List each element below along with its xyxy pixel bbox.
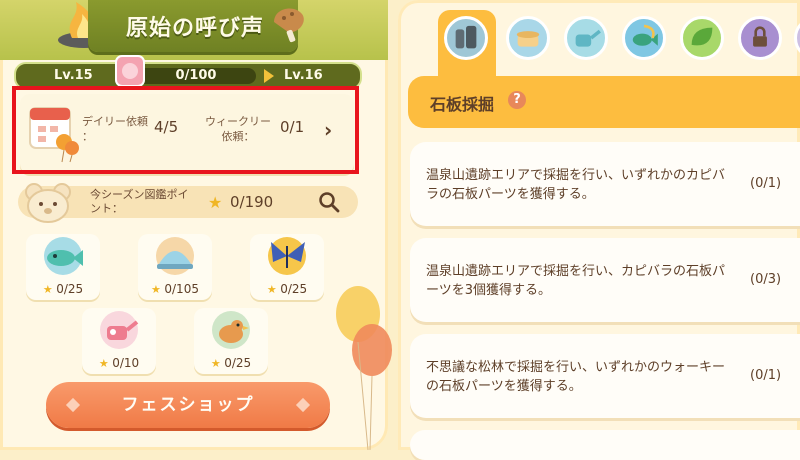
current-level: Lv.15: [54, 68, 93, 83]
leaf-icon: [680, 16, 724, 60]
daily-request-label: デイリー依頼 ：: [82, 114, 148, 144]
weekly-request-label-text: ウィークリー 依頼：: [205, 115, 271, 143]
cooking-pot-icon: [506, 16, 550, 60]
codex-tile-watering-can[interactable]: ★ 0/10: [82, 308, 156, 374]
task-description: 温泉山遺跡エリアで採掘を行い、いずれかのカピバラの石板パーツを獲得する。: [426, 168, 726, 202]
task-card: 不思議な松林で採掘を行い、いずれかのウォーキーの石板パーツを獲得する。 (0/1…: [410, 334, 800, 418]
bear-icon: [25, 183, 71, 223]
tab-more[interactable]: [788, 10, 800, 66]
codex-tile-butterfly[interactable]: ★ 0/25: [250, 234, 324, 300]
diamond-icon: [295, 397, 311, 413]
codex-count: ★ 0/105: [151, 282, 199, 296]
section-title: 石板採掘: [430, 95, 495, 114]
codex-count: ★ 0/25: [42, 282, 84, 296]
task-card: 温泉山遺跡エリアで採掘を行い、カピバラの石板パーツを3個獲得する。 (0/3): [410, 238, 800, 322]
lock-icon: [738, 16, 782, 60]
task-card: [410, 430, 800, 460]
weekly-request-count: 0/1: [280, 118, 305, 136]
fish-icon: [622, 16, 666, 60]
stone-tablet-icon: [444, 16, 488, 60]
level-track: 0/100: [136, 68, 256, 84]
season-points-label: 今シーズン図鑑ポイ ント：: [90, 188, 210, 216]
more-icon: [794, 16, 800, 60]
season-points-label-text: 今シーズン図鑑ポイ ント：: [90, 188, 189, 215]
bird-icon: [212, 311, 250, 349]
tab-fish[interactable]: [616, 10, 672, 66]
tab-cooking[interactable]: [500, 10, 556, 66]
task-progress: (0/1): [750, 368, 782, 383]
meat-icon: [274, 8, 304, 43]
tab-strip: [436, 10, 800, 76]
daily-request-label-text: デイリー依頼 ：: [82, 115, 148, 143]
codex-tile-bird[interactable]: ★ 0/25: [194, 308, 268, 374]
task-card: 温泉山遺跡エリアで採掘を行い、いずれかのカピバラの石板パーツを獲得する。 (0/…: [410, 142, 800, 226]
dish-icon: [156, 237, 194, 275]
level-progress-count: 0/100: [175, 68, 217, 83]
codex-tile-fish[interactable]: ★ 0/25: [26, 234, 100, 300]
daily-request-count: 4/5: [154, 118, 179, 136]
task-description: 不思議な松林で採掘を行い、いずれかのウォーキーの石板パーツを獲得する。: [426, 360, 726, 394]
fish-icon: [44, 237, 83, 275]
watering-can-icon: [564, 16, 608, 60]
butterfly-icon: [268, 237, 306, 275]
chevron-right-icon[interactable]: ›: [324, 118, 332, 142]
badge-icon: [115, 55, 145, 87]
diamond-icon: [65, 397, 81, 413]
tab-locked[interactable]: [732, 10, 788, 66]
task-description: 温泉山遺跡エリアで採掘を行い、カピバラの石板パーツを3個獲得する。: [426, 264, 726, 298]
star-icon: ★: [208, 193, 223, 212]
codex-count: ★ 0/25: [266, 282, 308, 296]
season-points-value: 0/190: [230, 193, 274, 211]
tab-watering[interactable]: [558, 10, 614, 66]
balloons-icon: [336, 286, 392, 450]
arrow-right-icon: [264, 69, 274, 83]
tab-stone-tablet[interactable]: [438, 10, 496, 76]
next-level: Lv.16: [284, 68, 323, 83]
codex-count: ★ 0/10: [98, 356, 140, 370]
task-progress: (0/1): [750, 176, 782, 191]
watering-can-icon: [100, 311, 139, 349]
fes-shop-button[interactable]: フェスショップ: [46, 382, 330, 428]
task-progress: (0/3): [750, 272, 782, 287]
calendar-icon: [29, 107, 79, 163]
codex-count: ★ 0/25: [210, 356, 252, 370]
level-progress-bar: Lv.15 0/100 Lv.16: [14, 62, 362, 90]
fes-shop-label: フェスショップ: [121, 395, 255, 415]
tab-leaf[interactable]: [674, 10, 730, 66]
search-icon[interactable]: [318, 191, 340, 213]
weekly-request-label: ウィークリー 依頼：: [198, 114, 278, 144]
event-title: 原始の呼び声: [125, 16, 264, 41]
codex-tile-dish[interactable]: ★ 0/105: [138, 234, 212, 300]
help-icon[interactable]: ?: [508, 91, 526, 109]
